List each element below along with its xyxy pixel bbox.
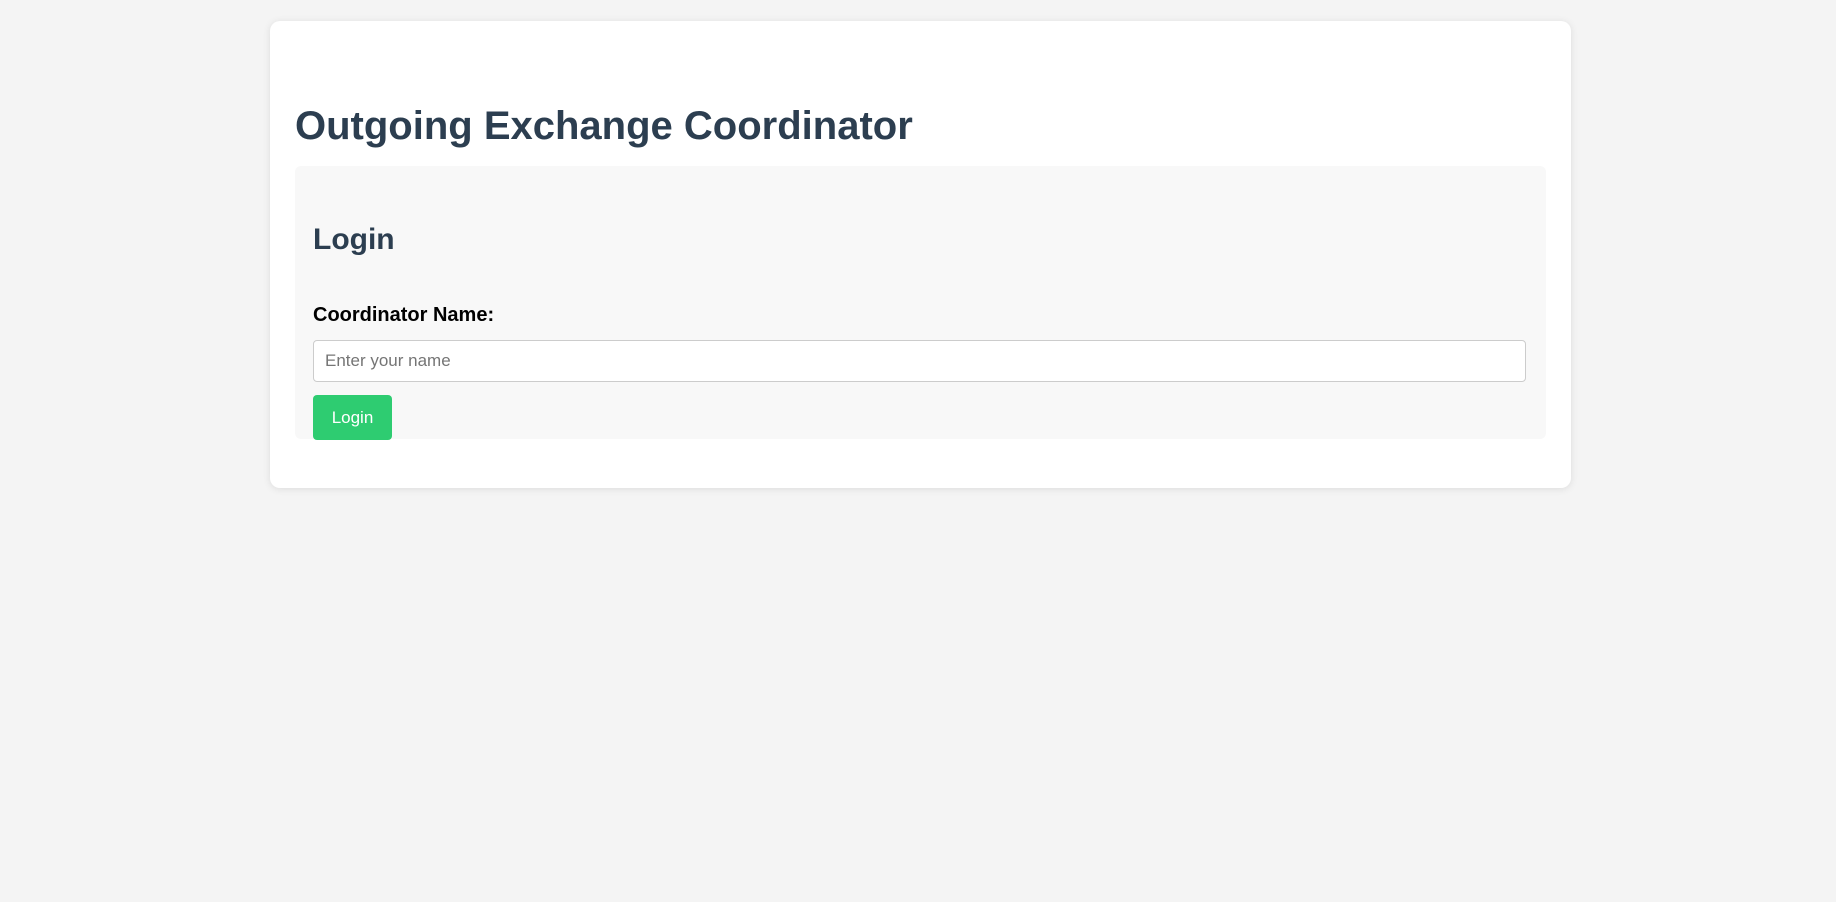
- coordinator-name-label: Coordinator Name:: [313, 304, 495, 326]
- login-button[interactable]: Login: [313, 395, 392, 440]
- login-section: Login Coordinator Name: Login: [295, 166, 1546, 440]
- page-title: Outgoing Exchange Coordinator: [295, 104, 913, 148]
- login-heading: Login: [313, 223, 395, 256]
- main-card: Outgoing Exchange Coordinator Login Coor…: [270, 21, 1571, 488]
- coordinator-name-input[interactable]: [313, 340, 1526, 382]
